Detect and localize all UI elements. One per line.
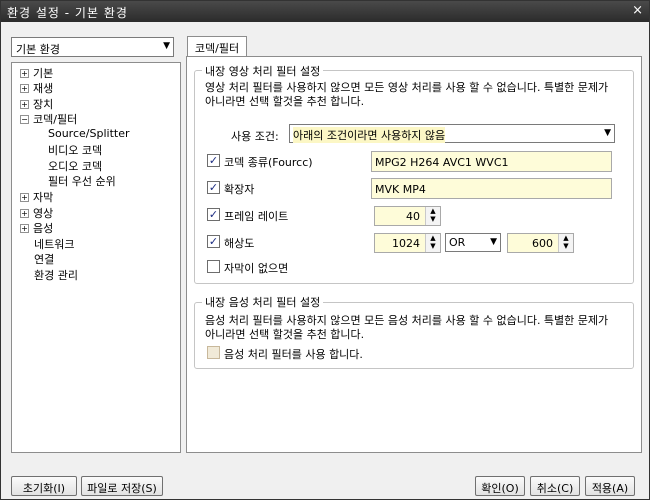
close-icon[interactable]: ×: [632, 3, 643, 18]
resolution-label: 해상도: [224, 237, 255, 250]
condition-label: 사용 조건:: [231, 130, 279, 143]
chevron-down-icon: ▼: [490, 237, 497, 247]
expand-icon[interactable]: +: [20, 100, 29, 109]
cancel-button[interactable]: 취소(C): [530, 476, 580, 496]
tree-item-audio[interactable]: + 음성: [20, 220, 53, 235]
settings-window: 환경 설정 - 기본 환경 × 기본 환경 ▼ + 기본 + 재생 + 장치 − 코덱/…: [0, 0, 650, 500]
save-to-file-button[interactable]: 파일로 저장(S): [81, 476, 163, 496]
audio-group-title: 내장 음성 처리 필터 설정: [202, 294, 324, 310]
expand-icon[interactable]: +: [20, 69, 29, 78]
tree-item-filter-priority[interactable]: 필터 우선 순위: [48, 173, 116, 188]
category-tree: + 기본 + 재생 + 장치 − 코덱/필터 Source/Splitter 비디오 코…: [11, 62, 181, 453]
framerate-spinner[interactable]: 40 ▲ ▼: [374, 206, 441, 226]
condition-value: 아래의 조건이라면 사용하지 않음: [293, 127, 446, 143]
tree-item-video[interactable]: + 영상: [20, 205, 53, 220]
tree-item-video-codec[interactable]: 비디오 코덱: [48, 142, 102, 157]
title-bar: 환경 설정 - 기본 환경 ×: [1, 1, 649, 22]
window-title: 환경 설정 - 기본 환경: [7, 6, 128, 20]
preset-dropdown[interactable]: 기본 환경 ▼: [11, 37, 174, 57]
video-group-desc: 영상 처리 필터를 사용하지 않으면 모든 영상 처리를 사용 할 수 없습니다…: [205, 81, 609, 108]
no-subtitle-label: 자막이 없으면: [224, 262, 289, 275]
video-group-title: 내장 영상 처리 필터 설정: [202, 63, 324, 79]
spin-arrows-icon[interactable]: ▲ ▼: [425, 207, 440, 225]
condition-dropdown[interactable]: 아래의 조건이라면 사용하지 않음 ▼: [289, 124, 615, 143]
fourcc-input[interactable]: MPG2 H264 AVC1 WVC1: [371, 151, 612, 172]
expand-icon[interactable]: +: [20, 209, 29, 218]
fourcc-checkbox[interactable]: ✓: [207, 154, 220, 167]
ok-button[interactable]: 확인(O): [475, 476, 525, 496]
tree-item-env-manage[interactable]: 환경 관리: [34, 267, 78, 282]
framerate-checkbox[interactable]: ✓: [207, 208, 220, 221]
resolution-height-spinner[interactable]: 600 ▲ ▼: [507, 233, 574, 253]
tree-item-codec-filter[interactable]: − 코덱/필터: [20, 111, 77, 126]
reset-button[interactable]: 초기화(I): [11, 476, 77, 496]
tree-item-connection[interactable]: 연결: [34, 251, 54, 266]
no-subtitle-checkbox[interactable]: [207, 260, 220, 273]
collapse-icon[interactable]: −: [20, 115, 29, 124]
tree-item-playback[interactable]: + 재생: [20, 80, 53, 95]
chevron-down-icon: ▼: [163, 41, 170, 51]
settings-panel: 내장 영상 처리 필터 설정 영상 처리 필터를 사용하지 않으면 모든 영상 …: [186, 56, 642, 453]
framerate-label: 프레임 레이트: [224, 210, 289, 223]
resolution-width-spinner[interactable]: 1024 ▲ ▼: [374, 233, 441, 253]
resolution-op-dropdown[interactable]: OR ▼: [445, 233, 501, 252]
fourcc-label: 코덱 종류(Fourcc): [224, 156, 313, 169]
extension-input[interactable]: MVK MP4: [371, 178, 612, 199]
expand-icon[interactable]: +: [20, 193, 29, 202]
tree-item-audio-codec[interactable]: 오디오 코덱: [48, 158, 102, 173]
tree-item-network[interactable]: 네트워크: [34, 236, 74, 251]
tab-codec-filter[interactable]: 코덱/필터: [187, 36, 247, 57]
audio-filter-label: 음성 처리 필터를 사용 합니다.: [224, 348, 363, 361]
audio-filter-checkbox[interactable]: [207, 346, 220, 359]
preset-value: 기본 환경: [16, 43, 60, 56]
audio-group-desc: 음성 처리 필터를 사용하지 않으면 모든 음성 처리를 사용 할 수 없습니다…: [205, 314, 609, 341]
apply-button[interactable]: 적용(A): [585, 476, 635, 496]
spin-arrows-icon[interactable]: ▲ ▼: [558, 234, 573, 252]
tree-item-source-splitter[interactable]: Source/Splitter: [48, 127, 129, 142]
tree-item-subtitle[interactable]: + 자막: [20, 189, 53, 204]
tree-item-device[interactable]: + 장치: [20, 96, 53, 111]
chevron-down-icon: ▼: [604, 128, 611, 138]
expand-icon[interactable]: +: [20, 224, 29, 233]
spin-arrows-icon[interactable]: ▲ ▼: [425, 234, 440, 252]
expand-icon[interactable]: +: [20, 84, 29, 93]
tree-item-basic[interactable]: + 기본: [20, 65, 53, 80]
resolution-checkbox[interactable]: ✓: [207, 235, 220, 248]
extension-checkbox[interactable]: ✓: [207, 181, 220, 194]
extension-label: 확장자: [224, 183, 255, 196]
